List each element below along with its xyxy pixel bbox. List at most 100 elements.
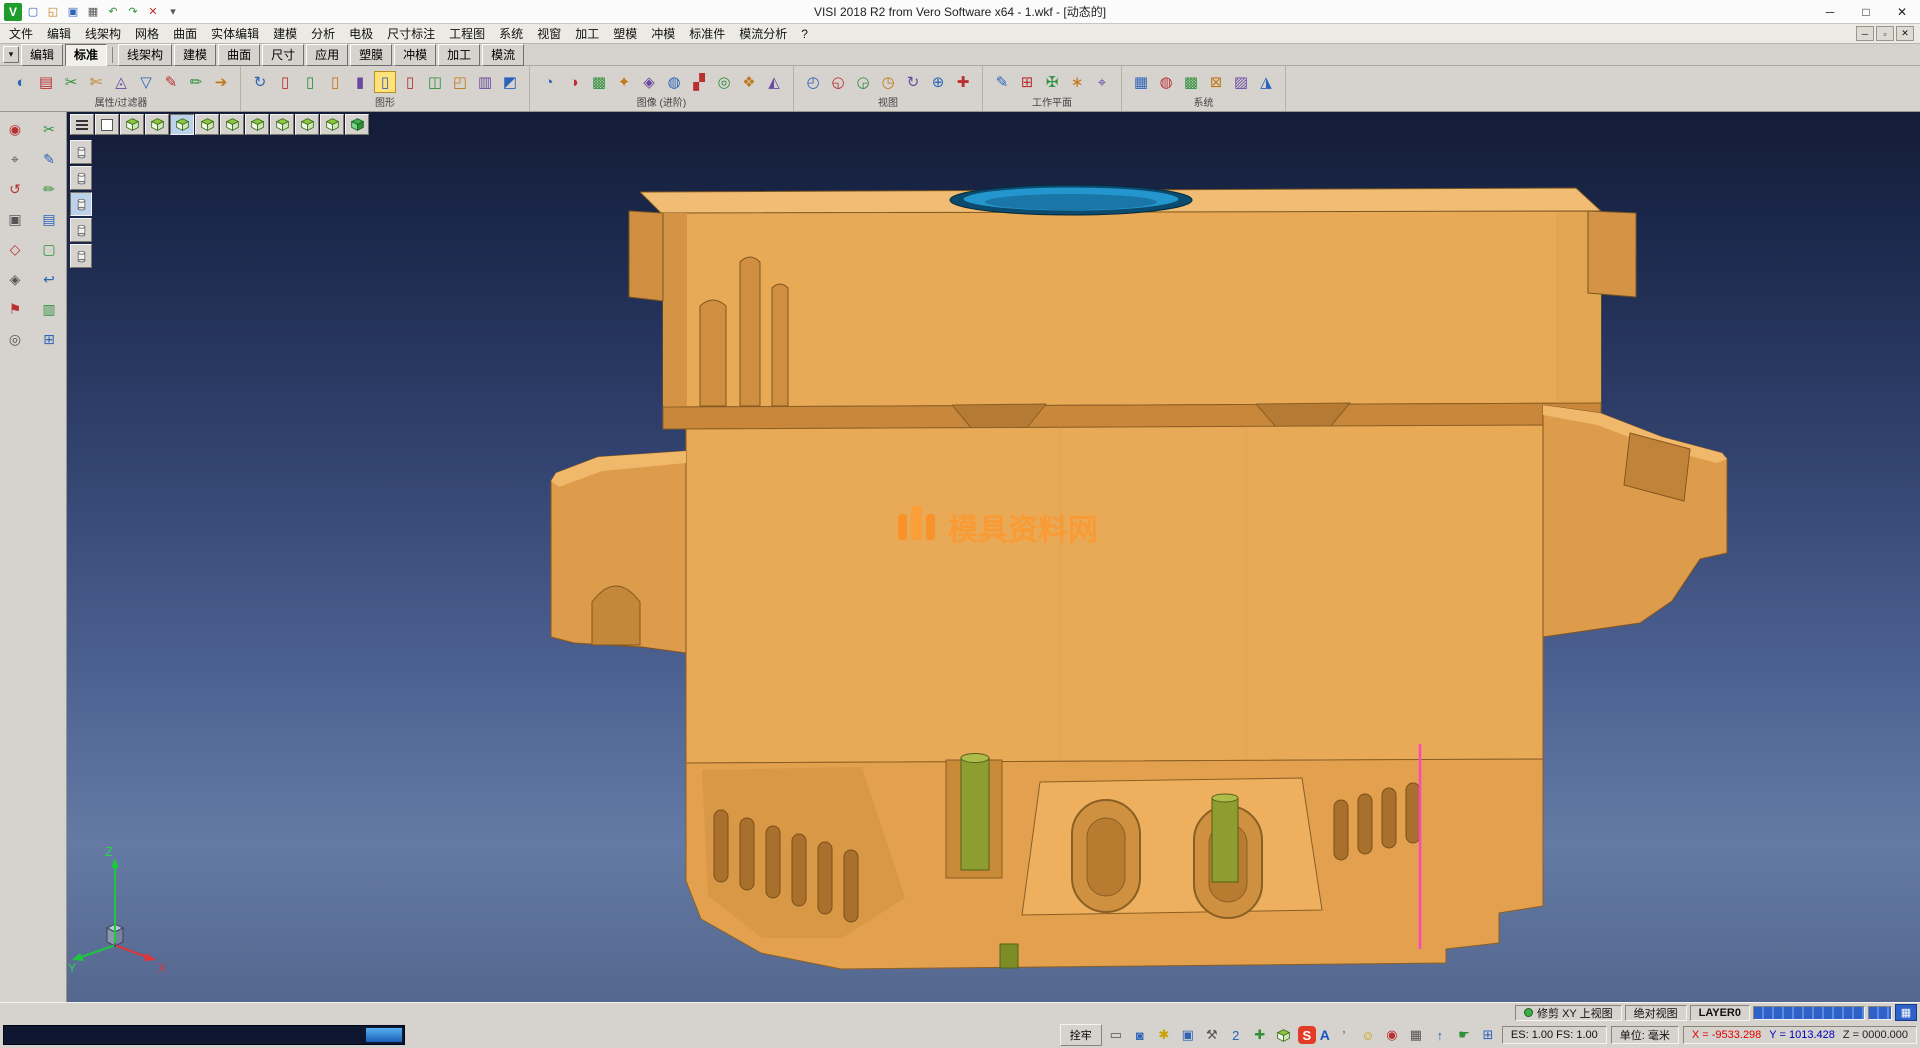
viewport-3d[interactable]: 模具资料网 Z Y X xyxy=(67,112,1920,1002)
ribbon-icon[interactable]: ◫ xyxy=(424,71,446,93)
redo-icon[interactable]: ↷ xyxy=(124,3,142,21)
menu-item[interactable]: 实体编辑 xyxy=(204,23,266,44)
menu-item[interactable]: 标准件 xyxy=(682,23,732,44)
view-wireframe-button[interactable] xyxy=(95,114,119,135)
ribbon-icon[interactable]: ◭ xyxy=(763,71,785,93)
ribbon-icon[interactable]: ✦ xyxy=(613,71,635,93)
ribbon-icon[interactable]: ▩ xyxy=(1180,71,1202,93)
sidebar-tool-icon[interactable]: ▣ xyxy=(4,208,26,230)
open-file-icon[interactable]: ◱ xyxy=(44,3,62,21)
ribbon-icon[interactable]: ➔ xyxy=(210,71,232,93)
tab-application[interactable]: 应用 xyxy=(306,44,348,66)
ribbon-icon[interactable]: ⊠ xyxy=(1205,71,1227,93)
ribbon-icon[interactable]: ▮ xyxy=(349,71,371,93)
ime-mode-icon[interactable]: A xyxy=(1320,1027,1330,1043)
menu-item[interactable]: 冲模 xyxy=(644,23,682,44)
tab-mold[interactable]: 塑膜 xyxy=(350,44,392,66)
view-left-button[interactable] xyxy=(220,114,244,135)
mdi-restore-button[interactable]: ▫ xyxy=(1876,26,1894,41)
ribbon-icon[interactable]: ▯ xyxy=(399,71,421,93)
view-iso2-button[interactable] xyxy=(295,114,319,135)
view-mode-panel[interactable]: 绝对视图 xyxy=(1625,1005,1687,1021)
menu-item[interactable]: 编辑 xyxy=(40,23,78,44)
view-iso-button[interactable] xyxy=(270,114,294,135)
ribbon-icon[interactable]: ◴ xyxy=(802,71,824,93)
sidebar-tool-icon[interactable]: ◇ xyxy=(4,238,26,260)
tab-surface[interactable]: 曲面 xyxy=(218,44,260,66)
view-bottom-button[interactable] xyxy=(145,114,169,135)
menu-item[interactable]: 文件 xyxy=(2,23,40,44)
ribbon-icon[interactable]: ▨ xyxy=(1230,71,1252,93)
menu-item[interactable]: 网格 xyxy=(128,23,166,44)
display-icon[interactable]: ▭ xyxy=(1106,1025,1126,1045)
sidebar-tool-icon[interactable]: ✏ xyxy=(38,178,60,200)
ribbon-icon[interactable]: ✠ xyxy=(1041,71,1063,93)
ribbon-icon[interactable]: ▞ xyxy=(688,71,710,93)
ribbon-icon[interactable]: ◑ xyxy=(563,71,585,93)
sidebar-tool-icon[interactable]: ↺ xyxy=(4,178,26,200)
filter-solids-button[interactable] xyxy=(70,140,92,164)
ribbon-icon[interactable]: ✏ xyxy=(185,71,207,93)
mdi-minimize-button[interactable]: ─ xyxy=(1856,26,1874,41)
sidebar-tool-icon[interactable]: ▥ xyxy=(38,298,60,320)
view-right-button[interactable] xyxy=(245,114,269,135)
tab-options-dropdown-icon[interactable]: ▾ xyxy=(3,46,19,63)
ribbon-icon[interactable]: ◎ xyxy=(713,71,735,93)
layer-manager-button[interactable]: ▦ xyxy=(1895,1004,1917,1021)
ribbon-icon[interactable]: ❖ xyxy=(738,71,760,93)
ribbon-icon[interactable]: ◐ xyxy=(10,71,32,93)
menu-item[interactable]: 分析 xyxy=(304,23,342,44)
filter-active-button[interactable] xyxy=(70,192,92,216)
menu-item[interactable]: 曲面 xyxy=(166,23,204,44)
arrow-up-icon[interactable]: ↑ xyxy=(1430,1025,1450,1045)
tab-edit[interactable]: 编辑 xyxy=(21,44,63,66)
tab-modeling[interactable]: 建模 xyxy=(174,44,216,66)
menu-item[interactable]: 视窗 xyxy=(530,23,568,44)
menu-item[interactable]: 电极 xyxy=(342,23,380,44)
sidebar-tool-icon[interactable]: ⊞ xyxy=(38,328,60,350)
sidebar-tool-icon[interactable]: ⌖ xyxy=(4,148,26,170)
qat-dropdown-icon[interactable]: ▾ xyxy=(164,3,182,21)
minimize-button[interactable]: ─ xyxy=(1812,0,1848,23)
ribbon-icon[interactable]: ◍ xyxy=(1155,71,1177,93)
ribbon-icon[interactable]: ▯ xyxy=(299,71,321,93)
menu-item[interactable]: 模流分析 xyxy=(732,23,794,44)
hand-icon[interactable]: ☛ xyxy=(1454,1025,1474,1045)
tab-die[interactable]: 冲模 xyxy=(394,44,436,66)
ribbon-icon[interactable]: ▤ xyxy=(35,71,57,93)
ribbon-icon[interactable]: ✂ xyxy=(60,71,82,93)
ribbon-icon[interactable]: ◷ xyxy=(877,71,899,93)
sogou-logo-icon[interactable]: S xyxy=(1298,1026,1316,1044)
ribbon-icon[interactable]: ▩ xyxy=(588,71,610,93)
emoji-icon[interactable]: ☺ xyxy=(1358,1025,1378,1045)
ribbon-icon[interactable]: ↻ xyxy=(249,71,271,93)
layer-panel[interactable]: LAYER0 xyxy=(1690,1005,1750,1021)
undo-icon[interactable]: ↶ xyxy=(104,3,122,21)
settings-gear-icon[interactable]: ✱ xyxy=(1154,1025,1174,1045)
ribbon-icon[interactable]: ∗ xyxy=(1066,71,1088,93)
filter-points-button[interactable] xyxy=(70,244,92,268)
sidebar-tool-icon[interactable]: ↩ xyxy=(38,268,60,290)
shaded-cube-icon[interactable] xyxy=(1274,1025,1294,1045)
menu-item[interactable]: 加工 xyxy=(568,23,606,44)
ribbon-icon[interactable]: ✄ xyxy=(85,71,107,93)
view-menu-button[interactable] xyxy=(70,114,94,135)
menu-item[interactable]: ? xyxy=(794,25,815,43)
ribbon-icon[interactable]: ◶ xyxy=(852,71,874,93)
tab-machining[interactable]: 加工 xyxy=(438,44,480,66)
ribbon-icon[interactable]: ▥ xyxy=(474,71,496,93)
mdi-close-button[interactable]: ✕ xyxy=(1896,26,1914,41)
menu-item[interactable]: 线架构 xyxy=(78,23,128,44)
package-icon[interactable]: ▣ xyxy=(1178,1025,1198,1045)
units-panel[interactable]: 单位: 毫米 xyxy=(1611,1026,1679,1044)
ribbon-icon[interactable]: ▯ xyxy=(324,71,346,93)
new-file-icon[interactable]: ▢ xyxy=(24,3,42,21)
filter-surfaces-button[interactable] xyxy=(70,166,92,190)
ribbon-icon[interactable]: ▽ xyxy=(135,71,157,93)
sidebar-tool-icon[interactable]: ✎ xyxy=(38,148,60,170)
mic-icon[interactable]: ◉ xyxy=(1382,1025,1402,1045)
sidebar-tool-icon[interactable]: ✂ xyxy=(38,118,60,140)
ribbon-icon[interactable]: ⊞ xyxy=(1016,71,1038,93)
tab-standard[interactable]: 标准 xyxy=(65,44,107,66)
sidebar-tool-icon[interactable]: ▤ xyxy=(38,208,60,230)
